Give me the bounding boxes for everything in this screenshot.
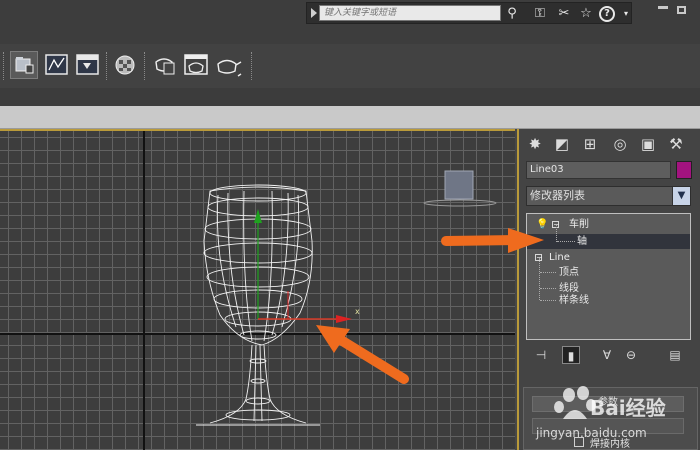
- scene-explorer-button[interactable]: [10, 51, 38, 79]
- main-toolbar: [0, 44, 700, 89]
- hierarchy-tab-icon[interactable]: ⊞: [579, 133, 601, 155]
- perspective-viewport[interactable]: x: [0, 129, 515, 450]
- communication-center-icon[interactable]: ✂: [555, 6, 573, 21]
- stack-item-spline[interactable]: 样条线: [527, 293, 690, 308]
- scene-explorer-icon: [15, 57, 34, 74]
- stack-item-line[interactable]: − Line: [527, 250, 690, 265]
- stack-item-label: 轴: [577, 236, 587, 247]
- x-axis-label: x: [355, 307, 360, 316]
- key-icon[interactable]: ⚿: [531, 6, 549, 21]
- ribbon-panel: [0, 106, 700, 129]
- ribbon-bar: [0, 88, 700, 106]
- modifier-stack: 💡 − 车削 轴 − Line 顶点 线段 样条线: [526, 213, 691, 340]
- annotation-arrow: [331, 332, 409, 384]
- watermark-logo-text: Bai经验: [590, 396, 666, 420]
- teapot-setup-icon: [155, 58, 175, 75]
- display-tab-icon[interactable]: ▣: [637, 133, 659, 155]
- toolbar-separator: [144, 52, 147, 80]
- create-tab-icon[interactable]: ✸: [524, 133, 546, 155]
- pin-stack-icon[interactable]: ⊣: [532, 346, 550, 364]
- utilities-tab-icon[interactable]: ⚒: [665, 133, 687, 155]
- minimize-icon[interactable]: [658, 6, 668, 9]
- rendered-frame-window-button[interactable]: [183, 52, 209, 78]
- dope-sheet-icon: [76, 54, 99, 75]
- binoculars-icon[interactable]: ⚲: [503, 6, 521, 21]
- stack-item-axis[interactable]: 轴: [527, 234, 690, 249]
- render-setup-button[interactable]: [152, 52, 178, 78]
- chevron-down-icon[interactable]: ▼: [672, 187, 690, 205]
- transform-gizmo[interactable]: x: [254, 209, 360, 323]
- modifier-list-label: 修改器列表: [530, 189, 585, 202]
- modify-tab-icon[interactable]: ◩: [551, 133, 573, 155]
- modifier-list-dropdown[interactable]: 修改器列表 ▼: [526, 186, 691, 206]
- curve-editor-button[interactable]: [44, 52, 70, 78]
- stack-item-lathe[interactable]: 💡 − 车削: [527, 217, 690, 232]
- toolbar-separator: [106, 52, 109, 80]
- material-editor-button[interactable]: [113, 52, 139, 78]
- toolbar-grip[interactable]: [3, 52, 6, 80]
- remove-modifier-icon[interactable]: ⊖: [622, 346, 640, 364]
- stack-item-label: 样条线: [559, 295, 589, 306]
- object-name-field[interactable]: Line03: [526, 161, 671, 179]
- search-input[interactable]: [319, 5, 501, 21]
- object-color-swatch[interactable]: [676, 161, 692, 179]
- motion-tab-icon[interactable]: ◎: [609, 133, 631, 155]
- stack-item-vertex[interactable]: 顶点: [527, 265, 690, 280]
- show-end-result-icon[interactable]: ▮: [562, 346, 580, 364]
- stack-button-bar: ⊣ ▮ ∀ ⊖ ▤: [526, 346, 691, 366]
- stack-item-label: 顶点: [559, 267, 579, 278]
- curve-editor-icon: [45, 54, 68, 75]
- viewport-scene: x: [196, 170, 497, 426]
- rendered-frame-icon: [184, 54, 208, 75]
- title-bar: ⚲ ⚿ ✂ ☆ ? ▾: [0, 0, 700, 44]
- search-box: ⚲ ⚿ ✂ ☆ ? ▾: [306, 2, 632, 24]
- stack-item-label: Line: [549, 252, 570, 263]
- make-unique-icon[interactable]: ∀: [598, 346, 616, 364]
- toolbar-separator: [251, 52, 254, 80]
- configure-sets-icon[interactable]: ▤: [666, 346, 684, 364]
- render-production-button[interactable]: [214, 52, 242, 78]
- help-dropdown-icon[interactable]: ▾: [617, 6, 635, 21]
- annotation-arrow: [441, 228, 544, 253]
- dope-sheet-button[interactable]: [75, 52, 101, 78]
- stack-item-label: 车削: [569, 219, 589, 230]
- background-object: [423, 170, 497, 207]
- help-icon[interactable]: ?: [599, 6, 615, 22]
- maximize-icon[interactable]: [677, 6, 686, 14]
- watermark-url: jingyan.baidu.com: [536, 426, 647, 440]
- favorites-star-icon[interactable]: ☆: [577, 6, 595, 21]
- material-editor-icon: [115, 55, 135, 75]
- teapot-render-icon: [217, 59, 242, 77]
- expand-arrow-icon[interactable]: [311, 8, 317, 18]
